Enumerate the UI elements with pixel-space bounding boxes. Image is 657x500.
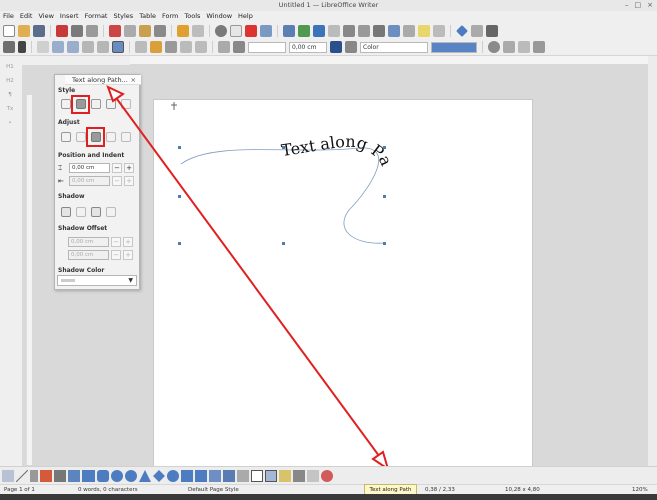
- os-taskbar: [0, 494, 657, 500]
- diamond-tool-icon[interactable]: [153, 469, 165, 482]
- triangle-tool-icon[interactable]: [139, 469, 151, 482]
- rounded-rect-tool-icon[interactable]: [97, 469, 109, 482]
- polygon-tool-icon[interactable]: [54, 469, 66, 482]
- status-bar: Page 1 of 1 0 words, 0 characters Defaul…: [0, 484, 657, 494]
- flowchart-icon[interactable]: [223, 469, 235, 482]
- line-tool-icon[interactable]: [16, 469, 28, 482]
- select-icon[interactable]: [2, 469, 14, 482]
- circle-tool-icon[interactable]: [125, 469, 137, 482]
- shape-3d-icon[interactable]: [321, 469, 333, 482]
- fontwork-icon[interactable]: [265, 469, 277, 482]
- ellipse-tool-icon[interactable]: [111, 469, 123, 482]
- callouts-icon[interactable]: [209, 469, 221, 482]
- insert-frame-icon[interactable]: [279, 469, 291, 482]
- extrusion-icon[interactable]: [293, 469, 305, 482]
- libreoffice-writer-window: Untitled 1 — LibreOffice Writer – □ × Fi…: [0, 0, 657, 500]
- connector-tool-icon[interactable]: [68, 469, 80, 482]
- annotation-arrow: [106, 85, 390, 472]
- freeform-tool-icon[interactable]: [40, 469, 52, 482]
- symbol-shapes-icon[interactable]: [167, 469, 179, 482]
- drawing-toolbar: [0, 466, 657, 484]
- textbox-tool-icon[interactable]: [251, 469, 263, 482]
- block-arrows-icon[interactable]: [181, 469, 193, 482]
- rectangle-tool-icon[interactable]: [82, 469, 95, 482]
- comment-shape-icon[interactable]: [237, 469, 249, 482]
- toggle-extrusion-icon[interactable]: [307, 469, 319, 482]
- curve-tool-icon[interactable]: [30, 469, 38, 482]
- stars-icon[interactable]: [195, 469, 207, 482]
